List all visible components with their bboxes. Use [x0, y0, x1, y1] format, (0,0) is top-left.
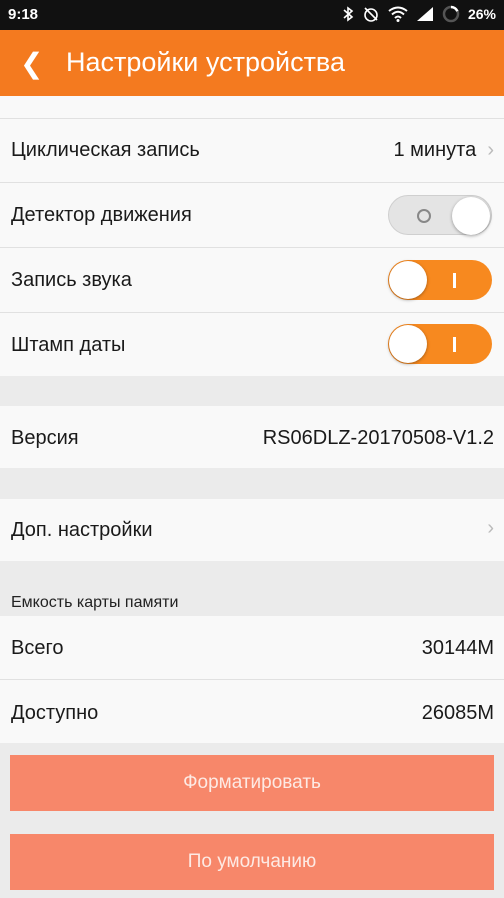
- toggle-on-icon: [453, 273, 456, 288]
- version-row: Версия RS06DLZ-20170508-V1.2: [0, 406, 504, 468]
- loop-recording-value: 1 минута ›: [394, 139, 495, 162]
- chevron-right-icon: ›: [487, 517, 494, 539]
- battery-percent: 26%: [467, 6, 496, 22]
- audio-recording-row: Запись звука: [0, 248, 504, 313]
- format-button[interactable]: Форматировать: [10, 755, 494, 811]
- chevron-right-icon: ›: [481, 139, 494, 161]
- audio-recording-label: Запись звука: [11, 269, 132, 291]
- advanced-settings-row[interactable]: Доп. настройки ›: [0, 499, 504, 561]
- storage-section-label: Емкость карты памяти: [11, 594, 179, 611]
- version-value: RS06DLZ-20170508-V1.2: [262, 427, 494, 449]
- toggle-knob: [452, 197, 490, 235]
- motion-detector-label: Детектор движения: [11, 204, 192, 226]
- wifi-icon: [388, 6, 408, 22]
- status-time: 9:18: [8, 6, 39, 23]
- audio-recording-toggle[interactable]: [388, 260, 492, 300]
- status-bar: 9:18 26%: [0, 0, 504, 30]
- battery-icon: [442, 5, 460, 23]
- loop-recording-row[interactable]: Циклическая запись 1 минута ›: [0, 119, 504, 183]
- page-title: Настройки устройства: [66, 47, 345, 77]
- app-bar: ❮ Настройки устройства: [0, 30, 504, 96]
- storage-total-row: Всего 30144M: [0, 616, 504, 680]
- storage-total-label: Всего: [11, 637, 64, 659]
- date-stamp-row: Штамп даты: [0, 313, 504, 376]
- cut-off-row: [0, 96, 504, 119]
- status-icons: 26%: [342, 5, 496, 23]
- version-label: Версия: [11, 427, 79, 449]
- date-stamp-toggle[interactable]: [388, 324, 492, 364]
- advanced-settings-label: Доп. настройки: [11, 519, 153, 541]
- bluetooth-icon: [343, 6, 354, 22]
- storage-free-row: Доступно 26085M: [0, 680, 504, 743]
- toggle-knob: [389, 261, 427, 299]
- toggle-knob: [389, 325, 427, 363]
- signal-icon: [416, 7, 433, 21]
- loop-recording-label: Циклическая запись: [11, 139, 200, 161]
- motion-detector-row: Детектор движения: [0, 183, 504, 248]
- storage-free-label: Доступно: [11, 702, 99, 724]
- storage-free-value: 26085M: [421, 702, 494, 724]
- toggle-off-icon: [417, 209, 431, 223]
- storage-total-value: 30144M: [421, 637, 494, 659]
- loop-recording-duration: 1 минута: [393, 139, 477, 161]
- date-stamp-label: Штамп даты: [11, 334, 126, 356]
- motion-detector-toggle[interactable]: [388, 195, 492, 235]
- back-icon[interactable]: ❮: [20, 47, 43, 80]
- reset-default-button[interactable]: По умолчанию: [10, 834, 494, 890]
- alarm-off-icon: [364, 7, 378, 22]
- toggle-on-icon: [453, 337, 456, 352]
